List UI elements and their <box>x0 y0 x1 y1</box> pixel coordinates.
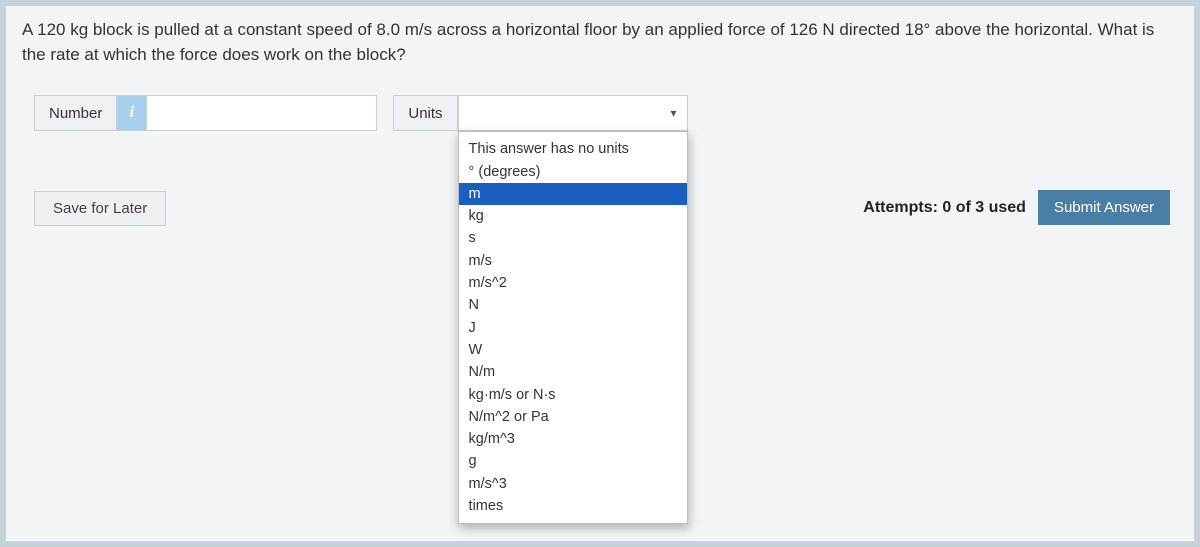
units-option[interactable]: ° (degrees) <box>459 161 687 183</box>
units-option[interactable]: m/s^3 <box>459 473 687 495</box>
units-option[interactable]: N/m <box>459 361 687 383</box>
save-for-later-button[interactable]: Save for Later <box>34 191 166 226</box>
units-option[interactable]: s <box>459 227 687 249</box>
units-option[interactable]: This answer has no units <box>459 138 687 160</box>
units-option[interactable]: kg <box>459 205 687 227</box>
units-option[interactable]: m/s <box>459 250 687 272</box>
chevron-down-icon: ▾ <box>671 106 677 120</box>
info-icon[interactable]: i <box>117 95 147 131</box>
units-select-wrap: ▾ This answer has no units° (degrees)mkg… <box>458 95 688 131</box>
units-label: Units <box>393 95 457 131</box>
attempts-area: Attempts: 0 of 3 used Submit Answer <box>863 190 1170 225</box>
units-option[interactable]: W <box>459 339 687 361</box>
attempts-text: Attempts: 0 of 3 used <box>863 199 1026 217</box>
question-container: A 120 kg block is pulled at a constant s… <box>5 5 1195 542</box>
units-dropdown[interactable]: This answer has no units° (degrees)mkgsm… <box>458 131 688 524</box>
number-label: Number <box>34 95 117 131</box>
units-option[interactable]: kg·m/s or N·s <box>459 384 687 406</box>
question-prompt: A 120 kg block is pulled at a constant s… <box>22 18 1178 67</box>
units-select[interactable]: ▾ <box>458 95 688 131</box>
units-option[interactable]: N <box>459 294 687 316</box>
units-option[interactable]: m/s^2 <box>459 272 687 294</box>
units-option[interactable]: N/m^2 or Pa <box>459 406 687 428</box>
units-option[interactable]: kg/m^3 <box>459 428 687 450</box>
number-input[interactable] <box>147 95 377 131</box>
submit-answer-button[interactable]: Submit Answer <box>1038 190 1170 225</box>
units-option[interactable]: g <box>459 450 687 472</box>
units-option[interactable]: times <box>459 495 687 517</box>
units-option[interactable]: m <box>459 183 687 205</box>
answer-input-row: Number i Units ▾ This answer has no unit… <box>34 95 1178 131</box>
units-option[interactable]: J <box>459 317 687 339</box>
